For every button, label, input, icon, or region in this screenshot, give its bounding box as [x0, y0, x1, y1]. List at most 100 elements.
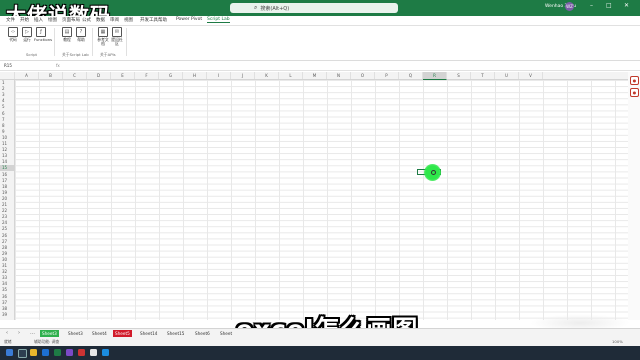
row-header[interactable]: 34 — [0, 281, 16, 287]
app-taskbar-icon[interactable] — [90, 349, 97, 356]
menu-item[interactable]: Power Pivot — [176, 17, 202, 22]
row-header[interactable]: 11 — [0, 141, 16, 147]
sheet-tab[interactable]: Sheet3 — [66, 330, 85, 337]
ribbon-button-reference-docs[interactable]: ▦ 参考文档 — [96, 27, 110, 46]
row-header[interactable]: 12 — [0, 147, 16, 153]
row-header[interactable]: 10 — [0, 135, 16, 141]
column-header[interactable]: L — [279, 72, 303, 79]
column-header[interactable]: U — [495, 72, 519, 79]
next-sheet-icon[interactable]: › — [18, 330, 20, 336]
column-header[interactable]: N — [327, 72, 351, 79]
sheet-tab[interactable]: Sheet14 — [138, 330, 159, 337]
row-header[interactable]: 25 — [0, 226, 16, 232]
row-header[interactable]: 13 — [0, 153, 16, 159]
row-header[interactable]: 16 — [0, 172, 16, 178]
row-header[interactable]: 22 — [0, 208, 16, 214]
column-header[interactable]: D — [87, 72, 111, 79]
row-header[interactable]: 35 — [0, 287, 16, 293]
ribbon-button-run[interactable]: ▷ 运行 — [20, 27, 34, 42]
column-header[interactable]: Q — [399, 72, 423, 79]
row-header[interactable]: 20 — [0, 196, 16, 202]
column-header[interactable]: F — [135, 72, 159, 79]
column-header[interactable]: S — [447, 72, 471, 79]
sheet-tab[interactable]: Sheet — [218, 330, 234, 337]
row-header[interactable]: 28 — [0, 245, 16, 251]
row-header[interactable]: 14 — [0, 159, 16, 165]
row-header[interactable]: 3 — [0, 92, 16, 98]
menu-item[interactable]: Script Lab — [207, 17, 230, 23]
search-taskbar-icon[interactable] — [18, 349, 27, 358]
row-header[interactable]: 17 — [0, 178, 16, 184]
menu-item[interactable]: 公式 — [82, 17, 91, 23]
avatar[interactable]: WZ — [565, 2, 574, 11]
fx-label[interactable]: fx — [56, 63, 60, 68]
menu-item[interactable]: 页面布局 — [62, 17, 80, 23]
column-header[interactable]: B — [39, 72, 63, 79]
column-header[interactable]: M — [303, 72, 327, 79]
column-header[interactable]: G — [159, 72, 183, 79]
row-header[interactable]: 38 — [0, 306, 16, 312]
row-header[interactable]: 27 — [0, 239, 16, 245]
addin-icon[interactable]: ● — [630, 88, 639, 97]
row-header[interactable]: 21 — [0, 202, 16, 208]
windows-start-icon[interactable] — [6, 349, 13, 356]
row-header[interactable]: 5 — [0, 104, 16, 110]
row-header[interactable]: 24 — [0, 220, 16, 226]
search-box[interactable]: ⌕ 搜索(Alt+Q) — [230, 3, 398, 13]
row-header[interactable]: 1 — [0, 80, 16, 86]
menu-item[interactable]: 开发工具 — [140, 17, 158, 23]
ribbon-button-community[interactable]: ✉ 提问社区 — [110, 27, 124, 46]
row-header[interactable]: 2 — [0, 86, 16, 92]
name-box[interactable]: R15 — [4, 63, 12, 68]
row-header[interactable]: 36 — [0, 294, 16, 300]
sheet-tab[interactable]: Sheet4 — [90, 330, 109, 337]
addin-icon[interactable]: ● — [630, 76, 639, 85]
sheet-tab[interactable]: Sheet5 — [113, 330, 132, 337]
column-header[interactable]: P — [375, 72, 399, 79]
row-header[interactable]: 30 — [0, 257, 16, 263]
menu-item[interactable]: 开始 — [20, 17, 29, 23]
column-header[interactable]: K — [255, 72, 279, 79]
row-header[interactable]: 15 — [0, 165, 16, 172]
menu-item[interactable]: 视图 — [124, 17, 133, 23]
column-header[interactable]: O — [351, 72, 375, 79]
row-header[interactable]: 32 — [0, 269, 16, 275]
menu-item[interactable]: 文件 — [6, 17, 15, 23]
sheet-tab[interactable]: Sheet15 — [165, 330, 186, 337]
ribbon-button-help[interactable]: ? 帮助 — [74, 27, 88, 42]
row-header[interactable]: 8 — [0, 123, 16, 129]
column-header[interactable]: E — [111, 72, 135, 79]
row-header[interactable]: 33 — [0, 275, 16, 281]
close-icon[interactable]: ✕ — [624, 2, 629, 9]
column-header[interactable]: A — [15, 72, 39, 79]
column-header[interactable]: J — [231, 72, 255, 79]
more-sheets-icon[interactable]: … — [30, 330, 35, 336]
app-taskbar-icon[interactable] — [66, 349, 73, 356]
minimize-icon[interactable]: – — [590, 2, 593, 9]
row-header[interactable]: 18 — [0, 184, 16, 190]
row-header[interactable]: 31 — [0, 263, 16, 269]
column-header[interactable]: I — [207, 72, 231, 79]
row-header[interactable]: 9 — [0, 129, 16, 135]
menu-item[interactable]: 绘图 — [48, 17, 57, 23]
column-header[interactable]: T — [471, 72, 495, 79]
app-taskbar-icon[interactable] — [78, 349, 85, 356]
sheet-tab[interactable]: Sheet3 — [40, 330, 59, 337]
cell-grid[interactable] — [15, 80, 628, 320]
zoom-level[interactable]: 100% — [612, 339, 623, 344]
edge-icon[interactable] — [42, 349, 49, 356]
ribbon-button-functions[interactable]: ƒ Functions — [34, 27, 52, 42]
column-header[interactable]: H — [183, 72, 207, 79]
row-header[interactable]: 4 — [0, 98, 16, 104]
maximize-icon[interactable]: □ — [606, 2, 612, 9]
app-taskbar-icon[interactable] — [102, 349, 109, 356]
row-header[interactable]: 29 — [0, 251, 16, 257]
row-header[interactable]: 6 — [0, 111, 16, 117]
row-header[interactable]: 39 — [0, 312, 16, 318]
file-explorer-icon[interactable] — [30, 349, 37, 356]
row-header[interactable]: 26 — [0, 233, 16, 239]
row-header[interactable]: 23 — [0, 214, 16, 220]
ribbon-button-code[interactable]: ‹› 代码 — [6, 27, 20, 42]
column-header[interactable]: C — [63, 72, 87, 79]
select-all-corner[interactable] — [0, 72, 15, 79]
